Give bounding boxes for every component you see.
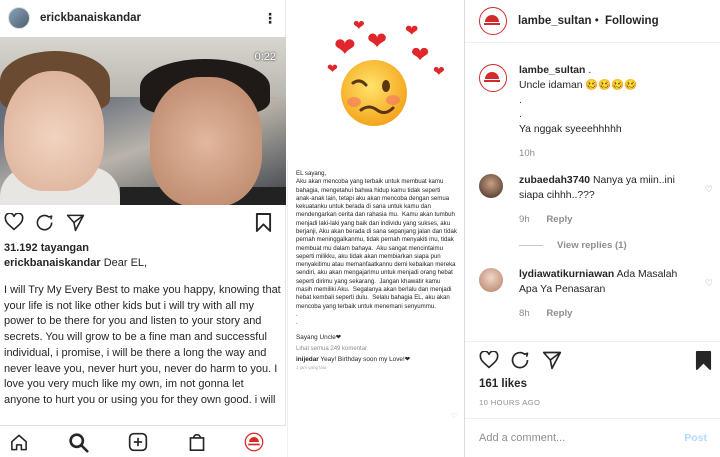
caption-dot: . — [519, 94, 522, 106]
letter-signature: Sayang Uncle❤ — [296, 334, 342, 342]
comment-content: zubaedah3740 Nanya ya miin..ini siapa ci… — [519, 174, 693, 204]
caption-line: Uncle idaman 🥴🥴🥴🥴 — [519, 79, 638, 91]
bookmark-icon[interactable] — [255, 212, 272, 233]
reply-button[interactable]: Reply — [546, 308, 572, 319]
post-actions — [0, 210, 286, 236]
video-duration: 0:22 — [254, 51, 276, 63]
letter-comment: inijedar Yeay! Birthday soon my Love!❤ — [296, 355, 457, 363]
account-avatar[interactable] — [479, 7, 507, 35]
view-replies-link[interactable]: View replies (1) — [519, 240, 627, 251]
post-username[interactable]: erickbanaiskandar — [40, 12, 263, 24]
left-post-screenshot: erickbanaiskandar ⋮ 0:22 31.192 tayangan… — [0, 0, 286, 457]
woozy-face-icon — [341, 60, 407, 126]
heart-icon[interactable]: ♡ — [451, 412, 457, 420]
comment-icon[interactable] — [510, 350, 530, 370]
avatar[interactable] — [8, 7, 30, 29]
bottom-navigation — [0, 425, 286, 457]
avatar[interactable] — [479, 268, 503, 292]
caption-username[interactable]: lambe_sultan — [519, 65, 585, 76]
heart-icon: ❤ — [327, 61, 338, 76]
post-video[interactable]: 0:22 — [0, 37, 286, 205]
comment-username[interactable]: zubaedah3740 — [519, 175, 590, 186]
caption-header: erickbanaiskandar Dear EL, — [4, 257, 281, 269]
heart-icon[interactable] — [479, 351, 499, 369]
post-timestamp: 10 HOURS AGO — [479, 398, 541, 407]
account-name: lambe_sultan • Following — [518, 15, 659, 27]
post-meta: 31.192 tayangan erickbanaiskandar Dear E… — [4, 242, 281, 411]
like-comment-icon[interactable]: ♡ — [705, 278, 713, 289]
heart-icon[interactable] — [4, 213, 24, 231]
heart-icon: ❤ — [411, 42, 430, 67]
caption-line: Ya nggak syeeehhhhh — [519, 124, 622, 136]
comment-text: Yeay! Birthday soon my Love!❤ — [320, 356, 411, 364]
like-count[interactable]: 161 likes — [479, 378, 527, 390]
comment-username[interactable]: inijedar — [296, 356, 319, 363]
comment-content: lydiawatikurniawan Ada Masalah Apa Ya Pe… — [519, 268, 693, 298]
caption-content: lambe_sultan . Uncle idaman 🥴🥴🥴🥴 . . Ya … — [519, 64, 693, 138]
comment-time: 1 jam yang lalu — [296, 365, 327, 371]
post-sidebar: lambe_sultan • Following lambe_sultan . … — [464, 0, 720, 457]
more-options-icon[interactable]: ⋮ — [263, 11, 277, 25]
search-icon[interactable] — [68, 432, 89, 453]
post-button[interactable]: Post — [684, 432, 707, 444]
left-post-header: erickbanaiskandar ⋮ — [0, 0, 285, 36]
comment-time: 8h — [519, 308, 530, 319]
home-icon[interactable] — [9, 433, 29, 452]
letter-card: EL sayang, Aku akan mencoba yang terbaik… — [287, 160, 463, 457]
comment-meta: 9h Reply — [519, 214, 572, 225]
heart-icon: ❤ — [367, 28, 388, 55]
account-avatar[interactable] — [479, 64, 507, 92]
heart-icon: ❤ — [353, 17, 365, 33]
view-count: 31.192 tayangan — [4, 242, 89, 254]
comment-input[interactable] — [479, 432, 685, 444]
heart-icon: ❤ — [405, 23, 419, 40]
bookmark-icon[interactable] — [695, 350, 712, 371]
comment-username[interactable]: lydiawatikurniawan — [519, 269, 614, 280]
list-item: lydiawatikurniawan Ada Masalah Apa Ya Pe… — [479, 268, 713, 328]
caption-text: I will Try My Every Best to make you hap… — [4, 284, 281, 411]
profile-icon[interactable] — [244, 432, 264, 452]
post-header: lambe_sultan • Following — [465, 0, 720, 43]
like-comment-icon[interactable]: ♡ — [705, 184, 713, 195]
caption-comment: lambe_sultan . Uncle idaman 🥴🥴🥴🥴 . . Ya … — [479, 64, 713, 164]
comment-time: 9h — [519, 214, 530, 225]
heart-icon: ❤ — [433, 63, 445, 79]
new-post-icon[interactable] — [128, 432, 148, 452]
comment-form: Post — [465, 418, 720, 457]
account-username[interactable]: lambe_sultan — [518, 15, 592, 27]
list-item: zubaedah3740 Nanya ya miin..ini siapa ci… — [479, 174, 713, 254]
post-actions — [465, 341, 720, 381]
letter-text: EL sayang, Aku akan mencoba yang terbaik… — [296, 170, 457, 327]
shop-icon[interactable] — [188, 432, 206, 452]
caption-username[interactable]: erickbanaiskandar — [4, 257, 101, 269]
comment-icon[interactable] — [35, 213, 54, 232]
share-icon[interactable] — [66, 213, 85, 232]
following-button[interactable]: Following — [605, 15, 659, 27]
caption-greeting: Dear EL, — [103, 257, 148, 269]
view-comments-link[interactable]: Lihat semua 249 komentar — [296, 346, 457, 352]
caption-dot: . — [588, 65, 592, 76]
reply-button[interactable]: Reply — [546, 214, 572, 225]
share-icon[interactable] — [542, 350, 562, 370]
heart-icon: ❤ — [334, 32, 356, 62]
avatar[interactable] — [479, 174, 503, 198]
letter-screenshot: ❤ ❤ ❤ ❤ ❤ ❤ ❤ EL sayang, Aku akan mencob… — [287, 0, 463, 457]
caption-time: 10h — [519, 148, 536, 159]
caption-dot: . — [519, 109, 522, 121]
comment-meta: 8h Reply — [519, 308, 572, 319]
separator-dot: • — [594, 15, 599, 27]
